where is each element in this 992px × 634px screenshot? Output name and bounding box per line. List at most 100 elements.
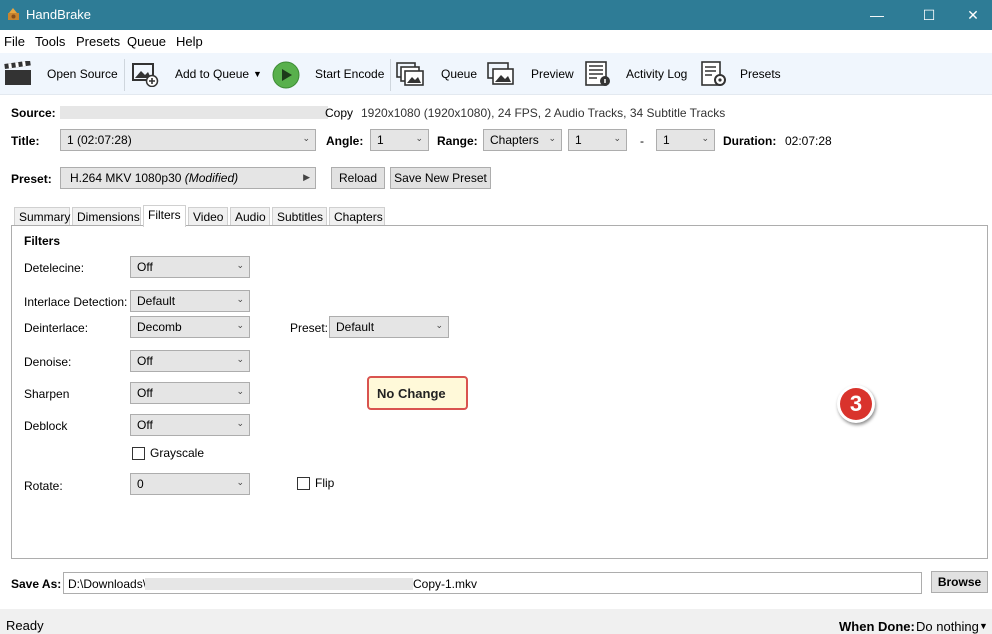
presets-button[interactable]: Presets <box>740 67 781 81</box>
angle-value: 1 <box>377 133 384 147</box>
deblock-label: Deblock <box>24 419 68 433</box>
save-as-path-input[interactable]: D:\Downloads\ Copy-1.mkv <box>63 572 922 594</box>
interlace-detection-dropdown[interactable]: Default ⌄ <box>130 290 250 312</box>
range-start-dropdown[interactable]: 1 ⌄ <box>568 129 627 151</box>
menu-help[interactable]: Help <box>176 34 203 49</box>
save-as-path-suffix: Copy-1.mkv <box>413 577 478 591</box>
browse-button[interactable]: Browse <box>931 571 988 593</box>
window-title: HandBrake <box>26 7 92 22</box>
flip-label: Flip <box>315 476 335 490</box>
rotate-value: 0 <box>137 477 144 491</box>
interlace-detection-value: Default <box>137 294 176 308</box>
sharpen-label: Sharpen <box>24 387 70 401</box>
queue-button[interactable]: Queue <box>441 67 477 81</box>
chevron-down-icon: ⌄ <box>236 294 244 304</box>
tab-audio[interactable]: Audio <box>230 207 270 226</box>
angle-dropdown[interactable]: 1 ⌄ <box>370 129 429 151</box>
range-end-value: 1 <box>663 133 670 147</box>
deinterlace-preset-dropdown[interactable]: Default ⌄ <box>329 316 449 338</box>
activity-log-button[interactable]: Activity Log <box>626 67 687 81</box>
tab-subtitles[interactable]: Subtitles <box>272 207 327 226</box>
duration-label: Duration: <box>723 134 777 148</box>
source-label: Source: <box>11 106 56 120</box>
detelecine-dropdown[interactable]: Off ⌄ <box>130 256 250 278</box>
step-badge: 3 <box>837 385 875 423</box>
denoise-value: Off <box>137 354 153 368</box>
rotate-dropdown[interactable]: 0 ⌄ <box>130 473 250 495</box>
save-as-path-redacted <box>145 578 413 590</box>
range-type-value: Chapters <box>490 133 539 147</box>
source-name-suffix: Copy <box>325 106 354 120</box>
deblock-value: Off <box>137 418 153 432</box>
tab-filters[interactable]: Filters <box>143 205 186 227</box>
source-info: 1920x1080 (1920x1080), 24 FPS, 2 Audio T… <box>361 106 726 120</box>
play-icon[interactable] <box>272 61 300 89</box>
preset-modified: (Modified) <box>184 171 239 185</box>
deinterlace-label: Deinterlace: <box>24 321 89 335</box>
title-bar: HandBrake — ☐ ✕ <box>0 0 992 30</box>
when-done-chevron-icon[interactable]: ▼ <box>979 621 988 631</box>
preset-selector[interactable]: H.264 MKV 1080p30 (Modified) ▶ <box>60 167 316 189</box>
when-done-dropdown[interactable]: Do nothing <box>916 619 979 634</box>
save-as-path-prefix: D:\Downloads\ <box>68 577 147 591</box>
clapperboard-icon[interactable] <box>4 61 32 87</box>
save-new-preset-button[interactable]: Save New Preset <box>390 167 491 189</box>
title-label: Title: <box>11 134 40 148</box>
detelecine-label: Detelecine: <box>24 261 85 275</box>
add-to-queue-button[interactable]: Add to Queue <box>175 67 249 81</box>
menu-file[interactable]: File <box>4 34 25 49</box>
preset-label: Preset: <box>11 172 52 186</box>
maximize-button[interactable]: ☐ <box>906 0 952 30</box>
range-label: Range: <box>437 134 478 148</box>
chevron-down-icon: ⌄ <box>435 320 443 330</box>
add-to-queue-dropdown-icon[interactable]: ▼ <box>253 69 262 79</box>
status-text: Ready <box>6 618 44 633</box>
minimize-button[interactable]: — <box>854 0 900 30</box>
handbrake-app-icon <box>8 8 19 20</box>
tab-dimensions[interactable]: Dimensions <box>72 207 141 226</box>
sharpen-value: Off <box>137 386 153 400</box>
menu-tools[interactable]: Tools <box>35 34 65 49</box>
duration-value: 02:07:28 <box>785 134 832 148</box>
source-name-redacted <box>60 106 328 119</box>
menu-queue[interactable]: Queue <box>127 34 166 49</box>
start-encode-button[interactable]: Start Encode <box>315 67 384 81</box>
deinterlace-dropdown[interactable]: Decomb ⌄ <box>130 316 250 338</box>
status-bar: Ready When Done: Do nothing ▼ <box>0 609 992 634</box>
chevron-right-icon: ▶ <box>303 172 310 182</box>
open-source-button[interactable]: Open Source <box>47 67 118 81</box>
presets-icon[interactable] <box>700 61 728 87</box>
chevron-down-icon: ⌄ <box>236 386 244 396</box>
range-end-dropdown[interactable]: 1 ⌄ <box>656 129 715 151</box>
title-value: 1 (02:07:28) <box>67 133 132 147</box>
close-button[interactable]: ✕ <box>950 0 992 30</box>
add-to-queue-icon[interactable] <box>131 61 159 87</box>
chevron-down-icon: ⌄ <box>701 133 709 143</box>
chevron-down-icon: ⌄ <box>236 418 244 428</box>
queue-icon[interactable] <box>396 61 424 87</box>
activity-log-icon[interactable] <box>584 61 612 87</box>
tab-video[interactable]: Video <box>188 207 228 226</box>
menu-presets[interactable]: Presets <box>76 34 120 49</box>
filters-heading: Filters <box>24 234 61 248</box>
interlace-detection-label: Interlace Detection: <box>24 295 128 309</box>
toolbar: Open Source Add to Queue ▼ Start Encode … <box>0 53 992 95</box>
chevron-down-icon: ⌄ <box>236 477 244 487</box>
range-type-dropdown[interactable]: Chapters ⌄ <box>483 129 562 151</box>
chevron-down-icon: ⌄ <box>236 320 244 330</box>
sharpen-dropdown[interactable]: Off ⌄ <box>130 382 250 404</box>
title-dropdown[interactable]: 1 (02:07:28) ⌄ <box>60 129 316 151</box>
tab-chapters[interactable]: Chapters <box>329 207 385 226</box>
deblock-dropdown[interactable]: Off ⌄ <box>130 414 250 436</box>
deinterlace-preset-label: Preset: <box>290 321 329 335</box>
preview-button[interactable]: Preview <box>531 67 574 81</box>
detelecine-value: Off <box>137 260 153 274</box>
save-as-label: Save As: <box>11 577 62 591</box>
when-done-label: When Done: <box>839 619 915 634</box>
tab-summary[interactable]: Summary <box>14 207 70 226</box>
reload-button[interactable]: Reload <box>331 167 385 189</box>
denoise-dropdown[interactable]: Off ⌄ <box>130 350 250 372</box>
flip-checkbox[interactable] <box>297 477 310 490</box>
grayscale-checkbox[interactable] <box>132 447 145 460</box>
preview-icon[interactable] <box>487 61 515 87</box>
